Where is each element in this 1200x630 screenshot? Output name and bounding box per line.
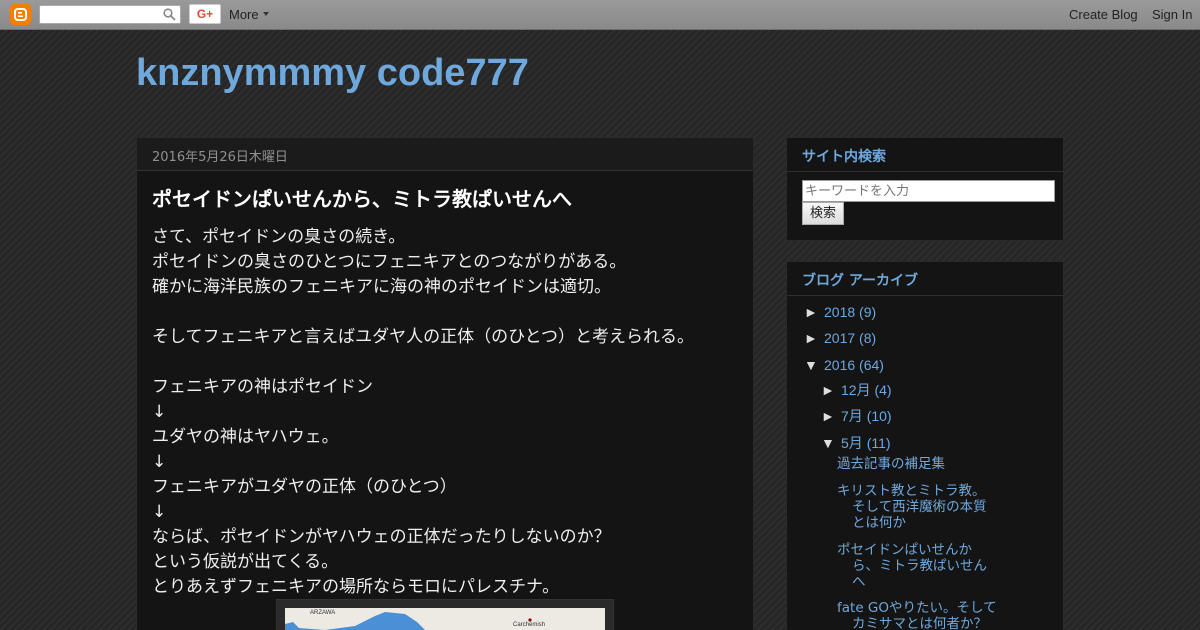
more-menu[interactable]: More	[229, 7, 259, 22]
blogger-logo-icon[interactable]	[10, 4, 31, 25]
archive-count: (8)	[859, 330, 877, 346]
archive-count: (64)	[859, 357, 884, 373]
date-header: 2016年5月26日木曜日	[137, 138, 753, 171]
archive-year-2018[interactable]: ► 2018 (9)	[804, 304, 876, 320]
post-line: さて、ポセイドンの臭さの続き。	[152, 227, 406, 247]
archive-year-label[interactable]: 2018	[824, 304, 855, 320]
post-line: そしてフェニキアと言えばユダヤ人の正体（のひとつ）と考えられる。	[152, 327, 694, 347]
archive-year-label[interactable]: 2017	[824, 330, 855, 346]
archive-count: (10)	[866, 408, 892, 424]
archive-post-line[interactable]: そして西洋魔術の本質	[837, 499, 1002, 515]
expand-arrow-icon[interactable]: ►	[821, 382, 841, 398]
archive-post-line[interactable]: fate GOやりたい。そして	[837, 600, 997, 616]
archive-month-12[interactable]: ► 12月 (4)	[821, 380, 892, 400]
archive-year-2016[interactable]: ▼ 2016 (64)	[804, 357, 884, 373]
post-line	[152, 300, 747, 325]
archive-widget: ブログ アーカイブ ► 2018 (9) ► 2017 (8) ▼ 2016 (64)…	[786, 261, 1064, 630]
archive-post-line[interactable]: 過去記事の補足集	[837, 456, 945, 472]
expand-arrow-icon[interactable]: ►	[804, 304, 824, 320]
post-title[interactable]: ポセイドンぱいせんから、ミトラ教ぱいせんへ	[152, 183, 742, 212]
archive-post-line[interactable]: ら、ミトラ教ぱいせん	[837, 558, 1002, 574]
archive-month-label[interactable]: 7月	[841, 408, 863, 424]
archive-month-label[interactable]: 5月	[841, 435, 863, 451]
collapse-arrow-icon[interactable]: ▼	[804, 357, 824, 373]
post-line: 確かに海洋民族のフェニキアに海の神のポセイドンは適切。	[152, 277, 611, 297]
post-panel: 2016年5月26日木曜日 ポセイドンぱいせんから、ミトラ教ぱいせんへ さて、ポ…	[136, 137, 754, 630]
map-label: ARZAWA	[310, 610, 336, 616]
archive-post-line[interactable]: ポセイドンぱいせんか	[837, 542, 972, 558]
post-line: という仮説が出てくる。	[152, 552, 339, 572]
map-picture: ARZAWA Carchemish	[285, 608, 605, 630]
post-line: ↓	[152, 452, 167, 472]
collapse-arrow-icon[interactable]: ▼	[821, 435, 841, 451]
navbar-search-input[interactable]	[39, 5, 181, 24]
chevron-down-icon	[263, 12, 269, 16]
post-date: 2016年5月26日木曜日	[152, 150, 288, 165]
expand-arrow-icon[interactable]: ►	[804, 330, 824, 346]
archive-count: (9)	[859, 304, 877, 320]
post-line: ↓	[152, 502, 167, 522]
map-label: Carchemish	[513, 622, 546, 628]
archive-post-link[interactable]: 過去記事の補足集	[837, 456, 1002, 472]
blogger-navbar: G+ More Create Blog Sign In	[0, 0, 1200, 30]
google-plus-button[interactable]: G+	[189, 4, 221, 24]
archive-post-link[interactable]: ポセイドンぱいせんか ら、ミトラ教ぱいせん へ	[837, 542, 1002, 590]
site-search-input[interactable]	[802, 180, 1055, 202]
archive-count: (4)	[874, 382, 892, 398]
sign-in-link[interactable]: Sign In	[1152, 7, 1192, 22]
search-widget: サイト内検索 検索	[786, 137, 1064, 241]
search-widget-title: サイト内検索	[802, 149, 886, 165]
expand-arrow-icon[interactable]: ►	[821, 408, 841, 424]
post-line: ならば、ポセイドンがヤハウェの正体だったりしないのか？	[152, 527, 611, 547]
archive-post-line[interactable]: キリスト教とミトラ教。	[837, 483, 986, 499]
post-line: フェニキアの神はポセイドン	[152, 377, 373, 397]
divider	[787, 171, 1063, 172]
search-button[interactable]: 検索	[802, 202, 844, 225]
archive-post-link[interactable]: fate GOやりたい。そして カミサマとは何者か？	[837, 600, 1002, 630]
archive-count: (11)	[866, 435, 891, 451]
blog-title[interactable]: knznymmmy code777	[136, 52, 529, 95]
search-icon[interactable]	[163, 8, 176, 21]
post-line: フェニキアがユダヤの正体（のひとつ）	[152, 477, 457, 497]
archive-month-label[interactable]: 12月	[841, 382, 871, 398]
post-line: ユダヤの神はヤハウェ。	[152, 427, 339, 447]
post-line	[152, 350, 747, 375]
post-line: ↓	[152, 402, 167, 422]
post-line: ポセイドンの臭さのひとつにフェニキアとのつながりがある。	[152, 252, 627, 272]
archive-post-link[interactable]: キリスト教とミトラ教。 そして西洋魔術の本質 とは何か	[837, 483, 1002, 531]
archive-month-5[interactable]: ▼ 5月 (11)	[821, 433, 891, 453]
archive-year-2017[interactable]: ► 2017 (8)	[804, 330, 876, 346]
create-blog-link[interactable]: Create Blog	[1069, 7, 1138, 22]
post-line: とりあえずフェニキアの場所ならモロにパレスチナ。	[152, 577, 560, 597]
divider	[787, 295, 1063, 296]
archive-month-7[interactable]: ► 7月 (10)	[821, 406, 892, 426]
archive-post-line[interactable]: とは何か	[837, 515, 1002, 531]
post-body: さて、ポセイドンの臭さの続き。 ポセイドンの臭さのひとつにフェニキアとのつながり…	[152, 225, 747, 600]
archive-year-label[interactable]: 2016	[824, 357, 855, 373]
archive-post-line[interactable]: カミサマとは何者か？	[837, 616, 1002, 630]
map-image[interactable]: ARZAWA Carchemish	[276, 599, 614, 630]
archive-post-line[interactable]: へ	[837, 574, 1002, 590]
archive-widget-title: ブログ アーカイブ	[802, 273, 919, 289]
